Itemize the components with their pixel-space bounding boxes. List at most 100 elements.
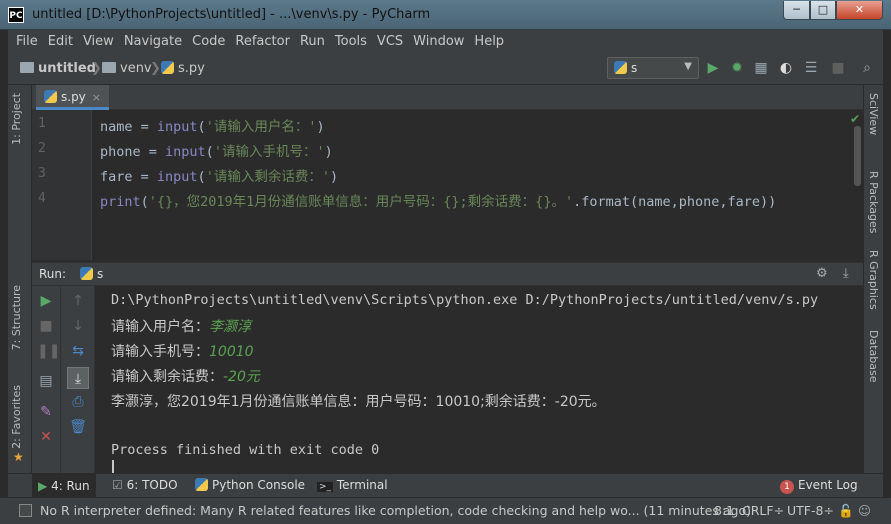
profile-icon[interactable]: ◐ — [778, 60, 794, 76]
scroll-to-end-icon[interactable]: ⤓ — [67, 367, 89, 389]
python-icon — [195, 478, 208, 491]
editor-tab-bar: s.py × — [32, 85, 863, 110]
code-line-3: fare = input('请输入剩余话费：') — [100, 169, 339, 185]
menu-edit[interactable]: Edit — [48, 34, 73, 49]
concurrency-icon[interactable]: ☰ — [803, 60, 819, 76]
tab-r-graphics[interactable]: R Graphics — [867, 250, 880, 310]
star-icon: ★ — [13, 450, 24, 464]
stop-icon[interactable]: ■ — [37, 317, 55, 335]
stop-icon[interactable]: ■ — [830, 60, 846, 76]
left-tool-strip: 1: Project 7: Structure 2: Favorites ★ — [8, 85, 32, 473]
folder-icon — [102, 62, 116, 73]
text-cursor — [112, 460, 114, 473]
pycharm-logo-icon: PC — [8, 7, 24, 23]
close-tab-icon[interactable]: × — [92, 91, 101, 104]
run-label: Run: — [39, 267, 67, 281]
window-title: untitled [D:\PythonProjects\untitled] - … — [32, 7, 431, 22]
python-file-icon — [614, 61, 627, 74]
menu-code[interactable]: Code — [192, 34, 225, 49]
inspector-icon[interactable]: ☺ — [858, 503, 871, 518]
todo-icon: ☑ — [112, 478, 123, 492]
python-file-icon — [161, 61, 174, 74]
menu-file[interactable]: File — [16, 34, 38, 49]
run-config-tab[interactable]: s — [80, 267, 103, 281]
console-line: 请输入用户名：李灏淳 — [111, 319, 251, 335]
tab-python-console[interactable]: Python Console — [195, 478, 305, 492]
coverage-icon[interactable]: ▦ — [753, 60, 769, 76]
window-titlebar: PC untitled [D:\PythonProjects\untitled]… — [0, 0, 891, 30]
line-number: 2 — [38, 141, 46, 156]
console-result: 李灏淳，您2019年1月份通信账单信息：用户号码：10010;剩余话费：-20元… — [111, 394, 606, 410]
terminal-icon: >_ — [317, 482, 334, 492]
tab-r-packages[interactable]: R Packages — [867, 171, 880, 233]
search-everywhere-icon[interactable]: ⌕ — [859, 60, 875, 76]
python-file-icon — [44, 90, 57, 103]
run-config-select[interactable]: s ▼ — [607, 57, 699, 79]
navigation-bar: untitled ❯ venv ❯ s.py s ▼ ▶ ✹ ▦ ◐ ☰ ■ ⌕ — [8, 52, 883, 85]
menu-help[interactable]: Help — [474, 34, 504, 49]
minimize-button[interactable]: ─ — [783, 1, 810, 20]
run-console[interactable]: D:\PythonProjects\untitled\venv\Scripts\… — [95, 286, 863, 473]
menu-navigate[interactable]: Navigate — [124, 34, 182, 49]
close-button[interactable]: ✕ — [836, 1, 883, 20]
down-arrow-icon[interactable]: ↓ — [69, 317, 87, 335]
line-separator[interactable]: CRLF÷ — [742, 503, 784, 518]
menu-refactor[interactable]: Refactor — [235, 34, 290, 49]
toggle-tool-windows-icon[interactable] — [19, 504, 32, 517]
debug-icon[interactable]: ✹ — [729, 60, 745, 76]
tab-terminal[interactable]: >_ Terminal — [317, 478, 388, 492]
line-number: 1 — [38, 116, 46, 131]
bottom-tool-tabs: ▶ 4: Run ☑ 6: TODO Python Console >_ Ter… — [8, 473, 883, 498]
code-line-2: phone = input('请输入手机号：') — [100, 144, 333, 160]
tab-project[interactable]: 1: Project — [10, 93, 23, 145]
gear-icon[interactable]: ⚙ — [816, 266, 828, 281]
file-encoding[interactable]: UTF-8÷ — [787, 503, 834, 518]
code-editor[interactable]: 1 2 3 4 name = input('请输入用户名：') phone = … — [32, 110, 863, 260]
menu-view[interactable]: View — [83, 34, 114, 49]
run-icon[interactable]: ▶ — [705, 60, 721, 76]
print-icon[interactable]: ⎙ — [69, 393, 87, 411]
pause-icon[interactable]: ❚❚ — [37, 342, 60, 360]
tab-structure[interactable]: 7: Structure — [10, 285, 23, 350]
rerun-icon[interactable]: ▶ — [37, 292, 55, 310]
pin-tab-icon[interactable]: ✎ — [37, 403, 55, 421]
editor-scrollbar[interactable] — [854, 126, 861, 186]
restore-layout-icon[interactable]: ▤ — [37, 372, 55, 390]
console-user-input: 10010 — [209, 344, 254, 360]
tab-event-log[interactable]: 1 Event Log — [780, 478, 858, 494]
caret-position[interactable]: 8:1 — [714, 503, 734, 518]
trash-icon[interactable]: 🗑 — [69, 418, 87, 436]
maximize-button[interactable]: □ — [810, 1, 836, 20]
soft-wrap-icon[interactable]: ⇆ — [69, 342, 87, 360]
menu-tools[interactable]: Tools — [335, 34, 367, 49]
breadcrumb-folder[interactable]: venv — [102, 61, 152, 76]
lock-icon[interactable]: 🔓 — [838, 503, 854, 519]
tab-todo[interactable]: ☑ 6: TODO — [112, 478, 178, 492]
breadcrumb-separator-icon: ❯ — [150, 61, 161, 76]
run-toolbar-primary: ▶ ■ ❚❚ ▤ ✎ ✕ — [32, 286, 61, 473]
chevron-down-icon: ▼ — [684, 61, 692, 72]
console-exit-message: Process finished with exit code 0 — [111, 442, 380, 458]
close-run-icon[interactable]: ✕ — [37, 428, 55, 446]
inspection-ok-icon: ✔ — [850, 112, 861, 126]
menu-window[interactable]: Window — [413, 34, 464, 49]
event-count-badge: 1 — [780, 480, 794, 494]
editor-tab-s-py[interactable]: s.py × — [36, 85, 110, 110]
run-toolwindow-header: Run: s ⚙ ⤓ — [32, 262, 863, 286]
folder-icon — [20, 62, 34, 73]
breadcrumb-project[interactable]: untitled — [20, 61, 96, 76]
console-line: 请输入剩余话费：-20元 — [111, 369, 260, 385]
line-number: 3 — [38, 166, 46, 181]
status-message[interactable]: No R interpreter defined: Many R related… — [40, 503, 751, 518]
menu-vcs[interactable]: VCS — [377, 34, 403, 49]
tab-favorites[interactable]: 2: Favorites — [10, 385, 23, 449]
breadcrumb-file[interactable]: s.py — [161, 61, 205, 76]
run-icon: ▶ — [38, 479, 48, 493]
menu-run[interactable]: Run — [300, 34, 325, 49]
up-arrow-icon[interactable]: ↑ — [69, 292, 87, 310]
tab-run[interactable]: ▶ 4: Run — [32, 474, 96, 498]
tab-sciview[interactable]: SciView — [867, 93, 880, 135]
hide-panel-icon[interactable]: ⤓ — [843, 266, 849, 281]
tab-database[interactable]: Database — [867, 330, 880, 383]
code-line-4: print('{}，您2019年1月份通信账单信息：用户号码：{};剩余话费：{… — [100, 194, 777, 210]
